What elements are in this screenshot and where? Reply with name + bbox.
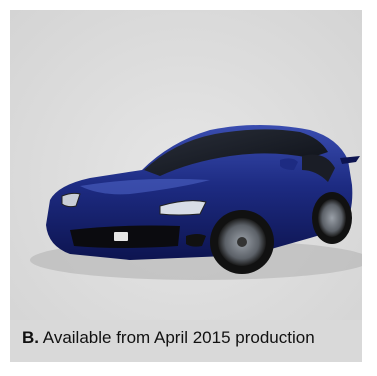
figure-card: B. Available from April 2015 production xyxy=(10,10,362,362)
front-hub xyxy=(237,237,247,247)
car-photo xyxy=(10,10,362,320)
caption-letter: B. xyxy=(22,328,39,347)
rear-rim xyxy=(318,199,346,237)
front-badge xyxy=(114,232,128,241)
figure-caption: B. Available from April 2015 production xyxy=(22,328,315,348)
caption-text: Available from April 2015 production xyxy=(42,328,315,347)
car-image xyxy=(30,125,362,280)
